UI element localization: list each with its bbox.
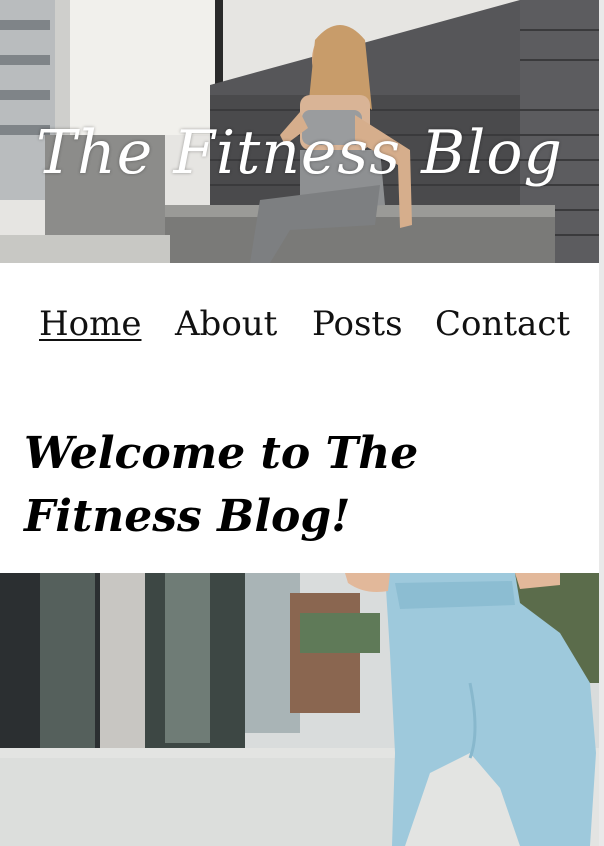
welcome-heading: Welcome to The Fitness Blog!: [24, 428, 419, 542]
nav-link-posts[interactable]: Posts: [312, 304, 403, 345]
page-edge: [599, 0, 604, 846]
main-navigation: Home About Posts Contact: [0, 304, 599, 360]
page: The Fitness Blog Home About Posts Contac…: [0, 0, 599, 846]
nav-link-home[interactable]: Home: [39, 304, 141, 345]
nav-link-contact[interactable]: Contact: [435, 304, 570, 345]
featured-photo-image: [0, 573, 599, 846]
featured-photo: [0, 573, 599, 846]
site-title: The Fitness Blog: [36, 118, 563, 188]
nav-link-about[interactable]: About: [175, 304, 277, 345]
hero-banner: The Fitness Blog: [0, 0, 599, 263]
